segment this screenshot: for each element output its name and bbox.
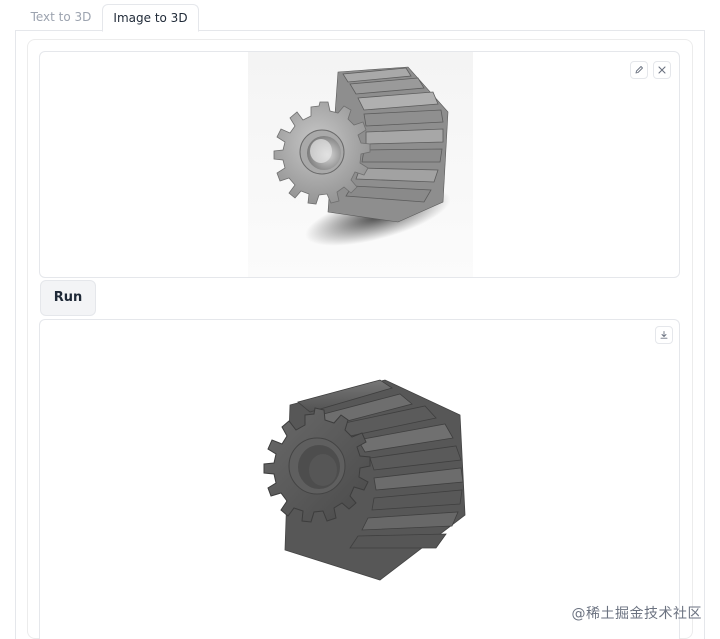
input-image-container[interactable]: [39, 51, 680, 278]
edit-button[interactable]: [630, 61, 648, 79]
tab-bar: Text to 3D Image to 3D: [15, 4, 705, 32]
clear-button[interactable]: [653, 61, 671, 79]
run-button[interactable]: Run: [40, 280, 96, 316]
pencil-icon: [635, 66, 643, 74]
model-viewer[interactable]: [39, 319, 680, 639]
watermark: @稀土掘金技术社区: [571, 606, 702, 622]
gear-3d-model: [263, 379, 466, 581]
input-image: [248, 52, 473, 277]
gear-image: [248, 52, 473, 277]
tab-text-to-3d[interactable]: Text to 3D: [20, 4, 102, 31]
close-icon: [658, 66, 666, 74]
tab-image-to-3d[interactable]: Image to 3D: [102, 4, 199, 32]
